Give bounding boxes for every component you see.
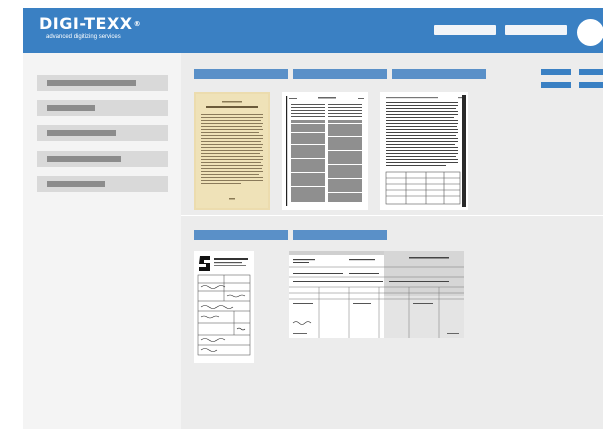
form-document[interactable] <box>194 251 254 363</box>
newspaper-document[interactable] <box>282 92 368 210</box>
tab-5[interactable] <box>293 230 387 240</box>
logo-registered-mark: ® <box>133 20 142 28</box>
tab-4[interactable] <box>194 230 288 240</box>
view-toggle-2[interactable] <box>579 69 603 75</box>
sidebar-item-2[interactable] <box>37 100 168 116</box>
sidebar-item-label-placeholder <box>47 156 121 162</box>
tab-2[interactable] <box>293 69 387 79</box>
sidebar-item-label-placeholder <box>47 130 116 136</box>
view-toggle-1[interactable] <box>541 69 571 75</box>
avatar[interactable] <box>577 19 603 46</box>
main-content <box>181 53 603 429</box>
sidebar-item-label-placeholder <box>47 80 136 86</box>
ledger-document[interactable] <box>289 251 464 338</box>
sidebar-item-3[interactable] <box>37 125 168 141</box>
section-divider <box>181 215 603 216</box>
sidebar-item-1[interactable] <box>37 75 168 91</box>
app-window: DIGI-TEXX® advanced digitizing services <box>23 8 603 429</box>
tab-3[interactable] <box>392 69 486 79</box>
sidebar-item-label-placeholder <box>47 181 105 187</box>
header-button-1[interactable] <box>434 25 496 35</box>
logo-tagline: advanced digitizing services <box>46 34 121 40</box>
sidebar-item-label-placeholder <box>47 105 95 111</box>
text-page-document[interactable] <box>380 92 468 210</box>
sidebar-item-4[interactable] <box>37 151 168 167</box>
logo[interactable]: DIGI-TEXX® advanced digitizing services <box>39 15 141 41</box>
header-button-2[interactable] <box>505 25 567 35</box>
book-page-document[interactable] <box>194 92 270 210</box>
logo-text: DIGI-TEXX <box>39 14 133 33</box>
tab-1[interactable] <box>194 69 288 79</box>
header-bar: DIGI-TEXX® advanced digitizing services <box>23 8 603 53</box>
view-toggle-4[interactable] <box>579 82 603 88</box>
sidebar-item-5[interactable] <box>37 176 168 192</box>
view-toggle-3[interactable] <box>541 82 571 88</box>
sidebar <box>23 53 181 429</box>
